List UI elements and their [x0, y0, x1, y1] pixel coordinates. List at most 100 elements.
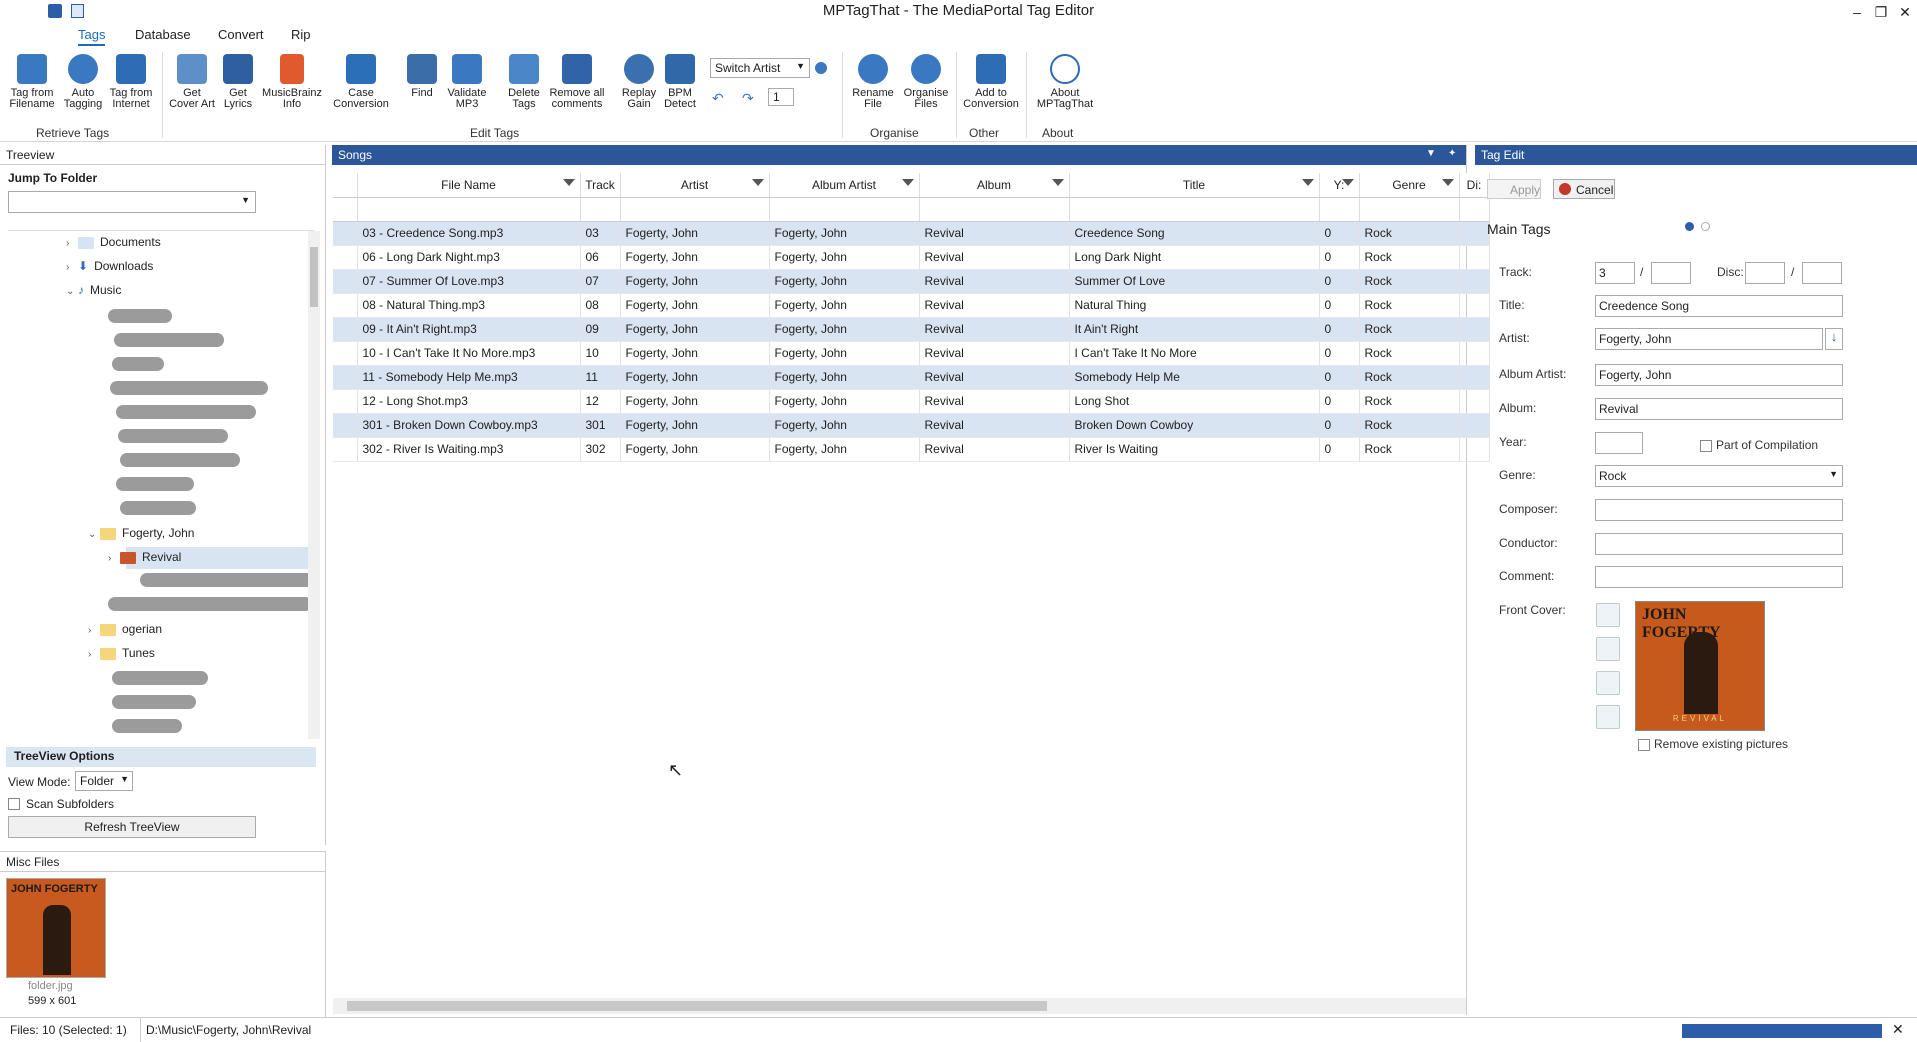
- gear-icon[interactable]: [815, 62, 827, 74]
- horizontal-scrollbar[interactable]: [333, 998, 1466, 1014]
- table-cell[interactable]: Fogerty, John: [620, 269, 770, 294]
- table-cell[interactable]: 06 - Long Dark Night.mp3: [357, 245, 581, 270]
- table-cell[interactable]: 08 - Natural Thing.mp3: [357, 293, 581, 318]
- tree-item-documents[interactable]: › Documents: [66, 235, 161, 249]
- add-to-conversion-button[interactable]: Add to Conversion: [960, 54, 1022, 110]
- tree-item-partial[interactable]: › Tunes: [88, 646, 155, 660]
- table-cell[interactable]: Natural Thing: [1069, 293, 1320, 318]
- musicbrainz-info-button[interactable]: MusicBrainz Info: [258, 54, 326, 110]
- close-icon[interactable]: ✕: [1892, 1021, 1904, 1038]
- table-cell[interactable]: 0: [1319, 365, 1360, 390]
- disc-input[interactable]: [1745, 262, 1785, 284]
- table-cell[interactable]: Fogerty, John: [620, 437, 770, 462]
- table-cell[interactable]: 302 - River Is Waiting.mp3: [357, 437, 581, 462]
- table-cell[interactable]: River Is Waiting: [1069, 437, 1320, 462]
- table-cell[interactable]: 12: [580, 389, 621, 414]
- table-cell[interactable]: Revival: [919, 317, 1070, 342]
- minimize-button[interactable]: –: [1847, 2, 1867, 22]
- column-header[interactable]: Track: [580, 173, 621, 198]
- folder-tree[interactable]: › Documents › ⬇ Downloads ⌄ ♪ Music ⌄ Fogerty,…: [8, 230, 320, 739]
- title-input[interactable]: Creedence Song: [1595, 295, 1843, 317]
- table-cell[interactable]: 08: [580, 293, 621, 318]
- filter-cell[interactable]: [1069, 197, 1320, 222]
- organise-files-button[interactable]: Organise Files: [900, 54, 952, 110]
- filter-icon[interactable]: [1051, 179, 1064, 186]
- table-row[interactable]: 11 - Somebody Help Me.mp3 11 Fogerty, John…: [333, 365, 1490, 390]
- load-picture-icon[interactable]: [1596, 637, 1620, 661]
- filter-icon[interactable]: [1441, 179, 1454, 186]
- column-header[interactable]: Album: [919, 173, 1070, 198]
- table-cell[interactable]: Fogerty, John: [620, 389, 770, 414]
- table-cell[interactable]: Revival: [919, 413, 1070, 438]
- table-cell[interactable]: Fogerty, John: [769, 293, 920, 318]
- arrow-down-icon[interactable]: ↓: [1825, 328, 1843, 350]
- table-cell[interactable]: 302: [580, 437, 621, 462]
- table-cell[interactable]: Revival: [919, 245, 1070, 270]
- folder-thumbnail[interactable]: JOHN FOGERTY: [6, 878, 106, 978]
- row-selector[interactable]: [333, 245, 358, 270]
- filter-cell[interactable]: [333, 197, 358, 222]
- table-cell[interactable]: 10 - I Can't Take It No More.mp3: [357, 341, 581, 366]
- page-indicator[interactable]: [1701, 222, 1710, 231]
- auto-tagging-button[interactable]: Auto Tagging: [60, 54, 106, 110]
- table-cell[interactable]: 07: [580, 269, 621, 294]
- conductor-input[interactable]: [1595, 533, 1843, 555]
- table-cell[interactable]: Fogerty, John: [769, 341, 920, 366]
- number-input[interactable]: 1: [768, 88, 794, 106]
- chevron-down-icon[interactable]: ▼: [1426, 148, 1436, 159]
- tag-from-filename-button[interactable]: Tag from Filename: [6, 54, 58, 110]
- table-cell[interactable]: Revival: [919, 221, 1070, 246]
- disc-total-input[interactable]: [1802, 262, 1842, 284]
- table-cell[interactable]: Rock: [1359, 245, 1460, 270]
- table-cell[interactable]: Fogerty, John: [769, 365, 920, 390]
- cancel-button[interactable]: Cancel: [1553, 179, 1615, 199]
- tree-item-downloads[interactable]: › ⬇ Downloads: [66, 259, 153, 273]
- switch-artist-select[interactable]: Switch Artist ▼: [710, 58, 810, 78]
- tag-from-internet-button[interactable]: Tag from Internet: [106, 54, 156, 110]
- restore-button[interactable]: ❐: [1871, 2, 1891, 22]
- column-header[interactable]: Y:: [1319, 173, 1360, 198]
- track-input[interactable]: 3: [1595, 262, 1635, 284]
- table-row[interactable]: 07 - Summer Of Love.mp3 07 Fogerty, John Fo…: [333, 269, 1490, 294]
- table-cell[interactable]: Revival: [919, 365, 1070, 390]
- table-cell[interactable]: 0: [1319, 293, 1360, 318]
- replay-gain-button[interactable]: Replay Gain: [618, 54, 660, 110]
- column-header[interactable]: Artist: [620, 173, 770, 198]
- table-cell[interactable]: Revival: [919, 389, 1070, 414]
- refresh-treeview-button[interactable]: Refresh TreeView: [8, 816, 256, 838]
- table-cell[interactable]: Fogerty, John: [620, 221, 770, 246]
- table-cell[interactable]: Rock: [1359, 389, 1460, 414]
- filter-cell[interactable]: [1319, 197, 1360, 222]
- column-header[interactable]: Title: [1069, 173, 1320, 198]
- table-cell[interactable]: Fogerty, John: [620, 413, 770, 438]
- table-cell[interactable]: Fogerty, John: [769, 245, 920, 270]
- column-header[interactable]: Album Artist: [769, 173, 920, 198]
- table-cell[interactable]: I Can't Take It No More: [1069, 341, 1320, 366]
- table-cell[interactable]: 0: [1319, 269, 1360, 294]
- row-selector[interactable]: [333, 437, 358, 462]
- bpm-detect-button[interactable]: BPM Detect: [660, 54, 700, 110]
- find-button[interactable]: Find: [404, 54, 440, 99]
- tree-item-music[interactable]: ⌄ ♪ Music: [66, 283, 121, 297]
- filter-cell[interactable]: [620, 197, 770, 222]
- table-cell[interactable]: Rock: [1359, 293, 1460, 318]
- rename-file-button[interactable]: Rename File: [850, 54, 896, 110]
- table-cell[interactable]: Creedence Song: [1069, 221, 1320, 246]
- table-cell[interactable]: 11: [580, 365, 621, 390]
- remove-all-comments-button[interactable]: Remove all comments: [548, 54, 606, 110]
- validate-mp3-button[interactable]: Validate MP3: [442, 54, 492, 110]
- genre-select[interactable]: Rock ▼: [1595, 465, 1843, 487]
- table-cell[interactable]: 0: [1319, 245, 1360, 270]
- filter-cell[interactable]: [357, 197, 581, 222]
- close-button[interactable]: ✕: [1895, 2, 1915, 22]
- table-cell[interactable]: Fogerty, John: [769, 269, 920, 294]
- artist-input[interactable]: Fogerty, John: [1595, 328, 1823, 350]
- table-cell[interactable]: Long Dark Night: [1069, 245, 1320, 270]
- table-row[interactable]: 10 - I Can't Take It No More.mp3 10 Fogert…: [333, 341, 1490, 366]
- table-cell[interactable]: Rock: [1359, 341, 1460, 366]
- table-cell[interactable]: Rock: [1359, 365, 1460, 390]
- filter-cell[interactable]: [769, 197, 920, 222]
- get-cover-art-button[interactable]: Get Cover Art: [164, 54, 220, 110]
- table-cell[interactable]: 301: [580, 413, 621, 438]
- tab-convert[interactable]: Convert: [218, 27, 264, 42]
